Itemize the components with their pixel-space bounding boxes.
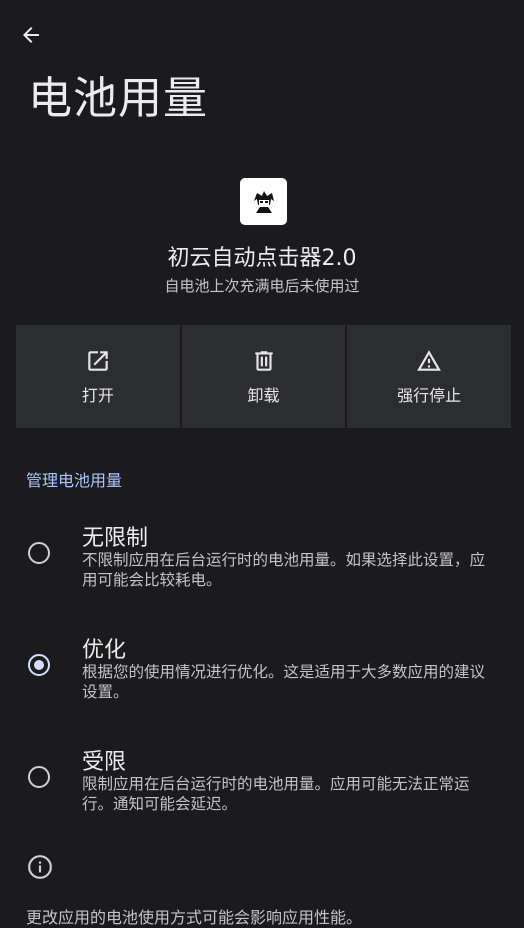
- footer-note: 更改应用的电池使用方式可能会影响应用性能。: [26, 908, 363, 927]
- radio-unrestricted[interactable]: [28, 542, 50, 564]
- info-icon: [28, 855, 52, 879]
- radio-optimized[interactable]: [28, 654, 50, 676]
- action-bar: 打开 卸载 强行停止: [16, 325, 512, 428]
- option-title: 无限制: [82, 526, 149, 551]
- open-external-icon: [88, 350, 108, 371]
- warning-icon: [417, 349, 442, 371]
- page-title: 电池用量: [28, 73, 208, 124]
- anime-avatar-icon: [253, 190, 274, 213]
- uninstall-label: 卸载: [247, 385, 280, 405]
- option-unrestricted[interactable]: 无限制 不限制应用在后台运行时的电池用量。如果选择此设置，应用可能会比较耗电。: [0, 520, 524, 600]
- uninstall-button[interactable]: 卸载: [181, 325, 346, 428]
- app-name: 初云自动点击器2.0: [167, 246, 357, 271]
- option-description: 根据您的使用情况进行优化。这是适用于大多数应用的建议设置。: [82, 663, 486, 701]
- radio-restricted[interactable]: [28, 766, 50, 788]
- option-title: 优化: [82, 638, 127, 663]
- option-description: 限制应用在后台运行时的电池用量。应用可能无法正常运行。通知可能会延迟。: [82, 775, 470, 813]
- trash-icon: [254, 350, 273, 371]
- option-description: 不限制应用在后台运行时的电池用量。如果选择此设置，应用可能会比较耗电。: [82, 551, 486, 589]
- arrow-back-icon: [23, 27, 39, 43]
- option-restricted[interactable]: 受限 限制应用在后台运行时的电池用量。应用可能无法正常运行。通知可能会延迟。: [0, 744, 524, 824]
- force-stop-label: 强行停止: [397, 385, 462, 405]
- section-title: 管理电池用量: [26, 471, 123, 490]
- open-button[interactable]: 打开: [16, 325, 180, 428]
- option-title: 受限: [82, 750, 127, 775]
- app-usage-summary: 自电池上次充满电后未使用过: [164, 277, 360, 295]
- open-label: 打开: [81, 385, 114, 405]
- app-icon: [240, 178, 287, 225]
- back-button[interactable]: [16, 20, 46, 50]
- force-stop-button[interactable]: 强行停止: [347, 325, 512, 428]
- option-optimized[interactable]: 优化 根据您的使用情况进行优化。这是适用于大多数应用的建议设置。: [0, 632, 524, 712]
